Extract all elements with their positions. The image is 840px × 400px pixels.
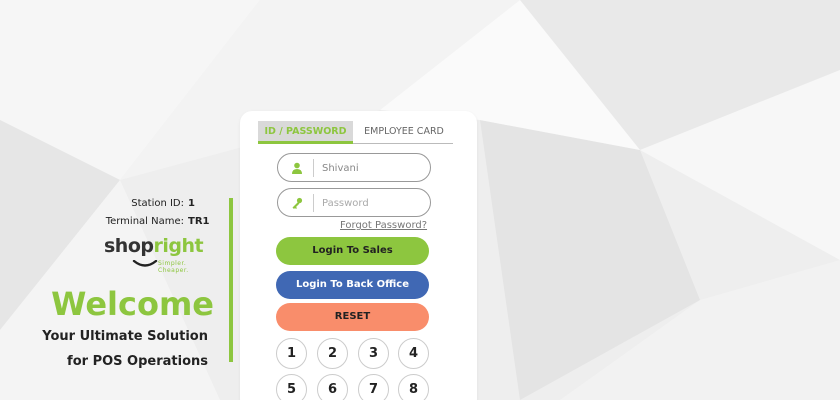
accent-divider	[229, 198, 233, 362]
login-tabs: ID / PASSWORD EMPLOYEE CARD	[258, 121, 453, 144]
shopright-logo: shopright Simpler. Cheaper.	[104, 235, 216, 275]
reset-button[interactable]: RESET	[276, 303, 429, 331]
username-input[interactable]	[322, 159, 422, 177]
terminal-name-value: TR1	[188, 216, 210, 227]
station-id-label: Station ID:	[131, 198, 184, 209]
login-card: ID / PASSWORD EMPLOYEE CARD Forgot Passw…	[240, 111, 477, 400]
welcome-title: Welcome	[51, 285, 214, 323]
logo-tagline: Simpler. Cheaper.	[158, 260, 189, 274]
logo-wordmark: shopright	[104, 235, 204, 257]
terminal-name-label: Terminal Name:	[105, 216, 184, 227]
smile-icon	[132, 260, 158, 267]
keypad-key-4[interactable]: 4	[398, 338, 429, 369]
keypad-key-6[interactable]: 6	[317, 374, 348, 400]
user-icon	[292, 162, 302, 174]
station-id: Station ID: 1	[131, 198, 214, 209]
keypad-key-1[interactable]: 1	[276, 338, 307, 369]
login-to-back-office-button[interactable]: Login To Back Office	[276, 271, 429, 299]
tab-id-password[interactable]: ID / PASSWORD	[258, 121, 353, 144]
welcome-subtitle-line1: Your Ultimate Solution	[42, 329, 208, 344]
keypad-key-3[interactable]: 3	[358, 338, 389, 369]
keypad-key-5[interactable]: 5	[276, 374, 307, 400]
forgot-password-link[interactable]: Forgot Password?	[340, 220, 427, 231]
password-input[interactable]	[322, 194, 422, 212]
tab-employee-card[interactable]: EMPLOYEE CARD	[360, 121, 448, 143]
keypad-key-7[interactable]: 7	[358, 374, 389, 400]
username-separator	[313, 159, 314, 177]
terminal-name: Terminal Name: TR1	[106, 216, 214, 227]
logo-word-shop: shop	[104, 235, 154, 257]
welcome-subtitle-line2: for POS Operations	[67, 354, 208, 369]
logo-word-right: right	[153, 235, 204, 257]
keypad-key-2[interactable]: 2	[317, 338, 348, 369]
password-separator	[313, 194, 314, 212]
keypad-key-8[interactable]: 8	[398, 374, 429, 400]
station-id-value: 1	[188, 198, 195, 209]
password-field[interactable]	[277, 188, 431, 217]
login-to-sales-button[interactable]: Login To Sales	[276, 237, 429, 265]
branding-panel: Station ID: 1 Terminal Name: TR1 shopright…	[0, 0, 240, 400]
key-icon	[292, 197, 303, 209]
username-field[interactable]	[277, 153, 431, 182]
